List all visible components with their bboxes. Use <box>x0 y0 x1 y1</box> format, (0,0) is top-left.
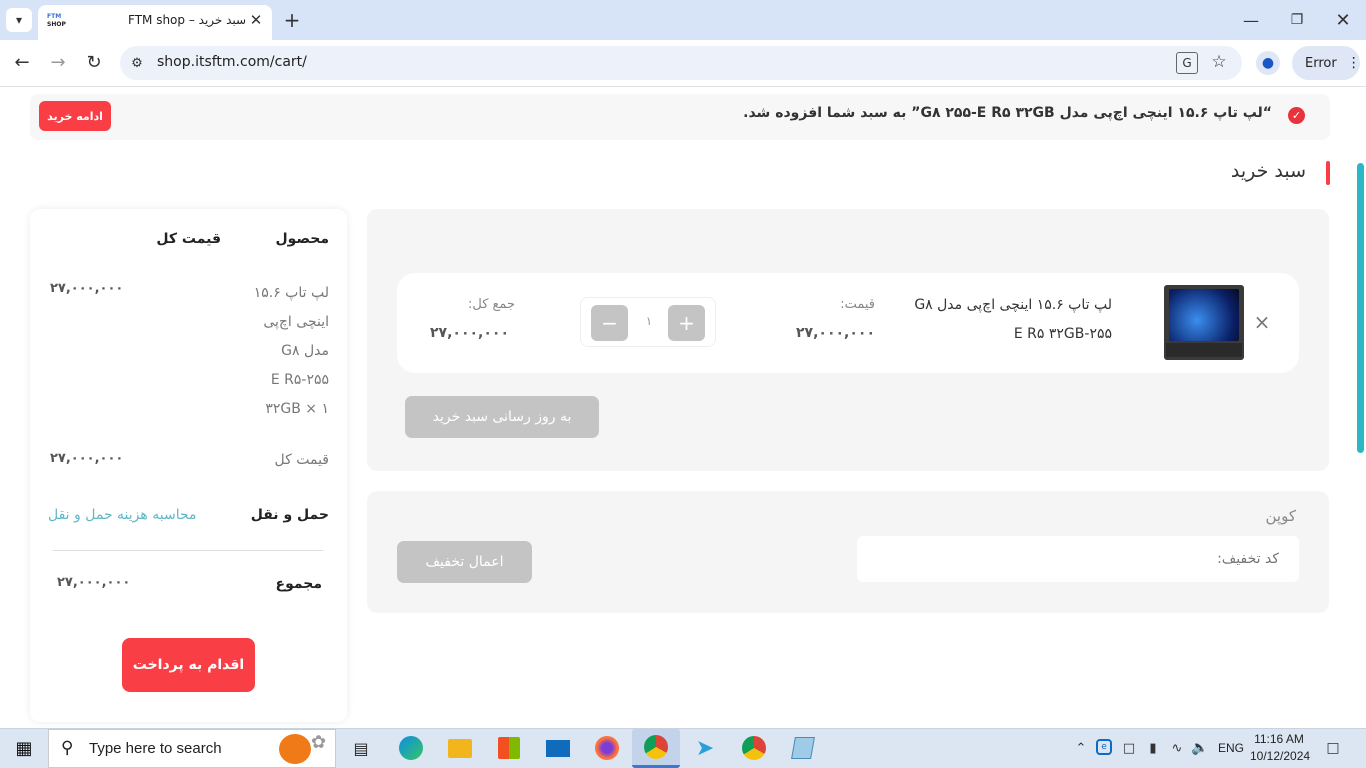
telegram-icon[interactable]: ➤ <box>688 733 722 763</box>
edge-icon[interactable] <box>394 733 428 763</box>
summary-product-total: ۲۷,۰۰۰,۰۰۰ <box>50 281 124 296</box>
item-price: ۲۷,۰۰۰,۰۰۰ <box>796 325 875 341</box>
summary-product-line: لپ تاپ ۱۵.۶ <box>253 285 329 301</box>
coupon-card: کوپن اعمال تخفیف <box>367 491 1329 613</box>
battery-icon[interactable]: ▮ <box>1143 738 1163 758</box>
windows-start-icon[interactable]: ▦ <box>8 733 40 763</box>
notes-app-icon[interactable] <box>786 733 820 763</box>
meet-now-icon[interactable]: □ <box>1120 738 1138 758</box>
wifi-icon[interactable]: ∿ <box>1167 738 1187 758</box>
summary-divider <box>53 550 323 551</box>
translate-icon[interactable]: G <box>1176 52 1198 74</box>
more-menu-icon: ⋮ <box>1346 55 1361 71</box>
url-text[interactable]: shop.itsftm.com/cart/ <box>157 54 307 70</box>
check-circle-icon: ✓ <box>1288 107 1305 124</box>
chrome-icon[interactable] <box>737 733 771 763</box>
summary-product-line: ۳۲GB × ۱ <box>265 401 329 417</box>
product-name-line2[interactable]: ۲۵۵-E R۵ ۳۲GB <box>1014 326 1112 342</box>
price-label: قیمت: <box>840 297 875 312</box>
continue-shopping-button[interactable]: ادامه خرید <box>39 101 111 131</box>
minimize-button[interactable]: — <box>1236 5 1266 35</box>
pumpkin-icon <box>279 734 311 764</box>
added-to-cart-notice: ✓ “لپ تاپ ۱۵.۶ اینچی اچ‌پی مدل G۸ ۲۵۵-E … <box>30 94 1330 140</box>
product-thumbnail[interactable] <box>1164 285 1244 360</box>
profile-error-label: Error <box>1305 55 1337 71</box>
close-window-button[interactable]: ✕ <box>1328 5 1358 35</box>
favicon-text-top: FTM <box>47 13 62 20</box>
firefox-icon[interactable] <box>590 733 624 763</box>
quantity-plus-button[interactable]: + <box>668 305 705 341</box>
notice-message: “لپ تاپ ۱۵.۶ اینچی اچ‌پی مدل G۸ ۲۵۵-E R۵… <box>743 105 1272 121</box>
apply-coupon-button[interactable]: اعمال تخفیف <box>397 541 532 583</box>
volume-icon[interactable]: 🔈 <box>1190 738 1210 758</box>
tab-search-button[interactable]: ▾ <box>6 8 32 32</box>
quantity-stepper: + ۱ − <box>580 297 716 347</box>
summary-product-name: لپ تاپ ۱۵.۶ اینچی اچ‌پی مدل G۸ ۲۵۵-E R۵ … <box>234 279 329 424</box>
summary-product-line: اینچی اچ‌پی <box>263 314 329 330</box>
favicon-text-bottom: SHOP <box>47 21 66 28</box>
tray-app-icon[interactable]: e <box>1096 739 1112 755</box>
page-scrollbar-thumb[interactable] <box>1357 163 1364 453</box>
laptop-screen <box>1169 289 1239 341</box>
quantity-input[interactable]: ۱ <box>639 314 659 328</box>
product-name-line1[interactable]: لپ تاپ ۱۵.۶ اینچی اچ‌پی مدل G۸ <box>914 297 1112 313</box>
laptop-keyboard <box>1166 343 1242 357</box>
summary-subtotal-label: قیمت کل <box>274 452 329 468</box>
mail-icon[interactable] <box>541 733 575 763</box>
browser-tab[interactable]: FTM SHOP FTM shop – سبد خرید ✕ <box>38 5 272 40</box>
show-hidden-icons-chevron-up-icon[interactable]: ⌃ <box>1072 738 1090 758</box>
profile-error-button[interactable]: Error ⋮ <box>1292 46 1361 80</box>
remove-item-button[interactable]: × <box>1251 310 1273 334</box>
site-info-icon[interactable]: ⚙ <box>126 52 148 74</box>
title-accent-bar <box>1326 161 1330 185</box>
summary-total-value: ۲۷,۰۰۰,۰۰۰ <box>57 575 131 590</box>
summary-product-line: مدل G۸ <box>281 343 329 359</box>
summary-subtotal-value: ۲۷,۰۰۰,۰۰۰ <box>50 451 124 466</box>
address-bar[interactable]: ⚙ shop.itsftm.com/cart/ G ☆ <box>120 46 1242 80</box>
subtotal-label: جمع کل: <box>467 297 515 312</box>
summary-total-header: قیمت کل <box>156 231 221 247</box>
file-explorer-icon[interactable] <box>443 733 477 763</box>
taskbar-search-box[interactable]: ⚲ Type here to search ✿ <box>48 729 336 768</box>
update-cart-button[interactable]: به روز رسانی سبد خرید <box>405 396 599 438</box>
tab-title: FTM shop – سبد خرید <box>128 13 247 27</box>
language-indicator[interactable]: ENG <box>1218 741 1244 755</box>
cobweb-icon: ✿ <box>311 732 327 753</box>
cart-totals-card: محصول قیمت کل لپ تاپ ۱۵.۶ اینچی اچ‌پی مد… <box>30 209 347 722</box>
task-view-icon[interactable]: ▤ <box>344 733 378 763</box>
summary-product-header: محصول <box>275 231 329 247</box>
chrome-active-icon[interactable] <box>632 729 680 768</box>
quantity-minus-button[interactable]: − <box>591 305 628 341</box>
page-title: سبد خرید <box>1230 160 1306 182</box>
back-button[interactable]: ← <box>10 50 34 74</box>
clock-time: 11:16 AM <box>1254 732 1304 746</box>
item-subtotal: ۲۷,۰۰۰,۰۰۰ <box>430 325 509 341</box>
forward-button[interactable]: → <box>46 50 70 74</box>
clock[interactable]: 11:16 AM 10/12/2024 <box>1250 731 1311 765</box>
search-placeholder: Type here to search <box>89 740 222 757</box>
summary-shipping-label: حمل و نقل <box>250 507 329 523</box>
bookmark-star-icon[interactable]: ☆ <box>1208 51 1230 73</box>
store-icon[interactable] <box>492 733 526 763</box>
restore-button[interactable]: ❐ <box>1282 5 1312 35</box>
summary-total-label: مجموع <box>275 576 322 592</box>
coupon-title: کوپن <box>1265 507 1296 525</box>
profile-avatar-icon[interactable]: ● <box>1256 51 1280 75</box>
reload-button[interactable]: ↻ <box>82 50 106 74</box>
new-tab-button[interactable]: + <box>280 8 304 32</box>
close-icon[interactable]: ✕ <box>246 9 266 31</box>
checkout-button[interactable]: اقدام به پرداخت <box>122 638 255 692</box>
coupon-code-input[interactable] <box>857 536 1299 582</box>
summary-product-line: ۲۵۵-E R۵ <box>270 372 329 388</box>
shipping-calculator-link[interactable]: محاسبه هزینه حمل و نقل <box>48 507 197 523</box>
cart-item-row: × لپ تاپ ۱۵.۶ اینچی اچ‌پی مدل G۸ ۲۵۵-E R… <box>397 273 1299 373</box>
notification-center-icon[interactable]: □ <box>1322 738 1344 758</box>
clock-date: 10/12/2024 <box>1250 749 1311 763</box>
site-favicon: FTM SHOP <box>47 13 66 31</box>
search-icon: ⚲ <box>61 738 74 758</box>
